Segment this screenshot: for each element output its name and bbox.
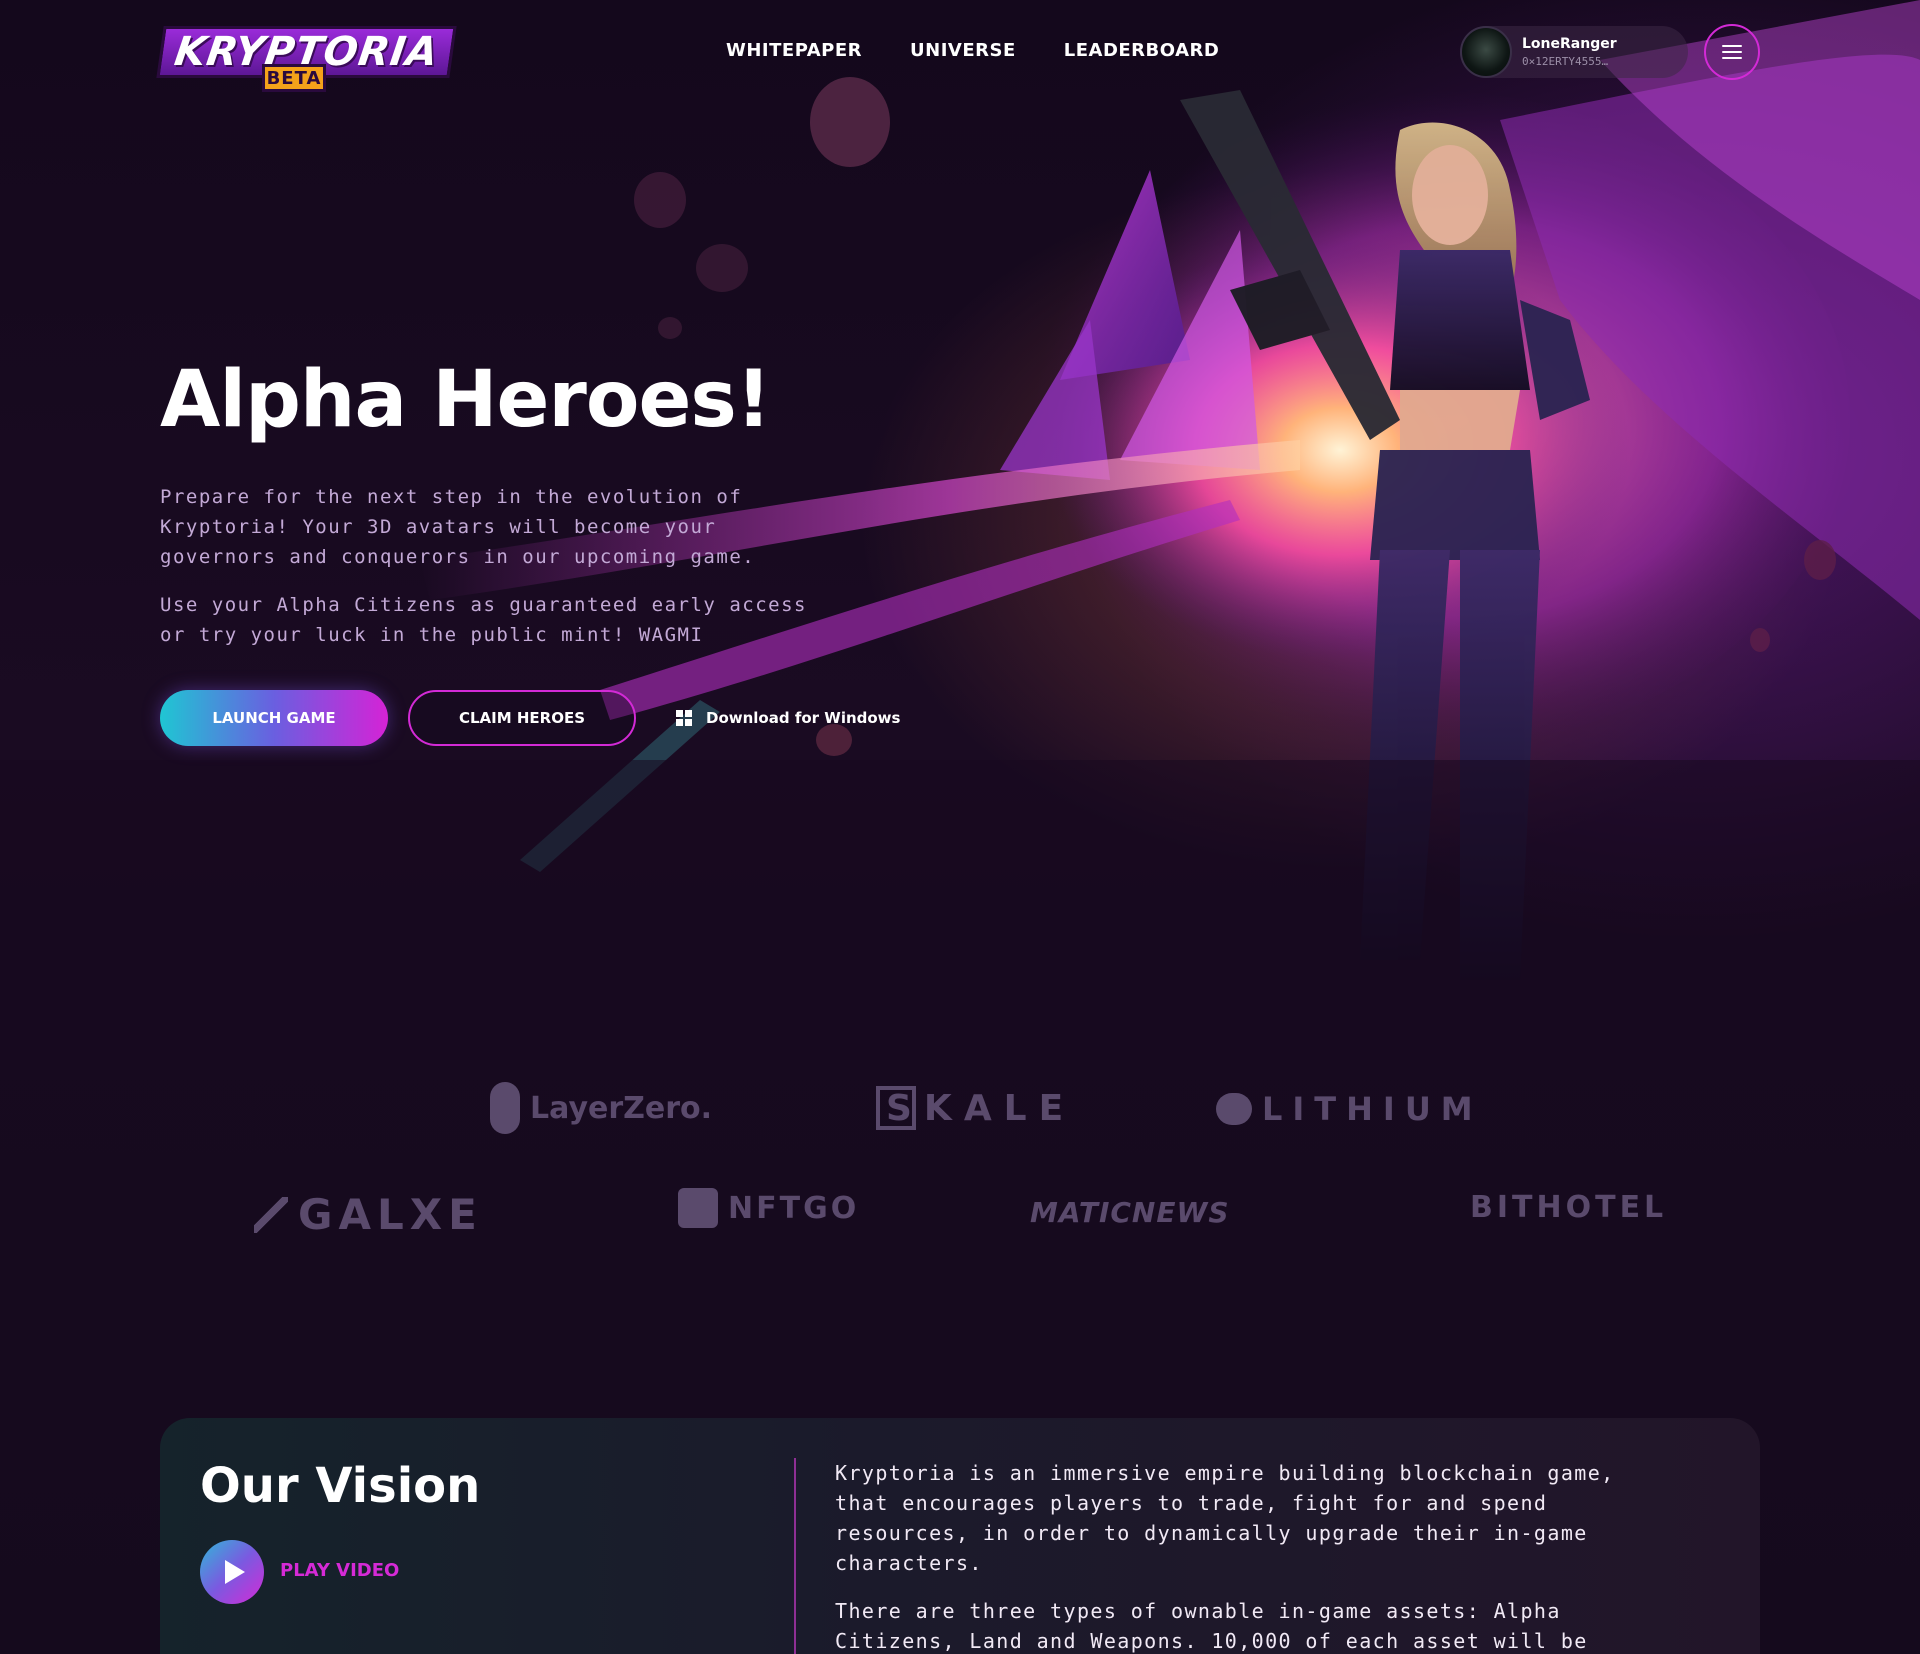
layerzero-icon xyxy=(490,1082,520,1134)
vision-title: Our Vision xyxy=(200,1458,481,1514)
partner-logo-nftgo: NFTGO xyxy=(678,1188,859,1228)
claim-heroes-button[interactable]: CLAIM HEROES xyxy=(408,690,636,746)
page: KRYPTORIA BETA WHITEPAPER UNIVERSE LEADE… xyxy=(0,0,1920,1654)
download-windows-button[interactable]: Download for Windows xyxy=(676,690,916,746)
lithium-icon xyxy=(1216,1093,1252,1125)
partner-name: SKALE xyxy=(886,1087,1076,1129)
hamburger-menu-icon xyxy=(1722,44,1742,60)
beta-badge: BETA xyxy=(262,64,326,92)
download-windows-label: Download for Windows xyxy=(706,709,901,727)
nav-universe[interactable]: UNIVERSE xyxy=(910,40,1016,61)
partner-name: MATICNEWS xyxy=(1030,1196,1230,1229)
nftgo-icon xyxy=(678,1188,718,1228)
partner-name: LayerZero. xyxy=(530,1090,713,1126)
partner-logo-bithotel: BITHOTEL xyxy=(1470,1190,1667,1225)
partner-logo-layerzero: LayerZero. xyxy=(490,1082,712,1134)
user-wallet-address: 0×12ERTY4555… xyxy=(1522,55,1609,68)
partner-logo-skale: SKALE xyxy=(876,1086,1075,1130)
play-icon xyxy=(225,1560,245,1584)
play-video-label[interactable]: PLAY VIDEO xyxy=(280,1560,399,1581)
vision-card: Our Vision PLAY VIDEO Kryptoria is an im… xyxy=(160,1418,1760,1654)
user-name: LoneRanger xyxy=(1522,36,1617,52)
vision-paragraph-1: Kryptoria is an immersive empire buildin… xyxy=(835,1461,1615,1575)
partner-name: LITHIUM xyxy=(1262,1090,1483,1128)
partner-name: BITHOTEL xyxy=(1470,1190,1668,1225)
user-avatar xyxy=(1460,26,1512,78)
partner-logo-galxe: GALXE xyxy=(254,1190,483,1239)
kryptoria-logo[interactable]: KRYPTORIA BETA xyxy=(156,26,457,94)
play-video-button[interactable] xyxy=(200,1540,264,1604)
launch-game-button[interactable]: LAUNCH GAME xyxy=(160,690,388,746)
menu-button[interactable] xyxy=(1704,24,1760,80)
hero-title: Alpha Heroes! xyxy=(160,355,771,445)
galxe-icon xyxy=(254,1196,288,1233)
partner-logo-lithium: LITHIUM xyxy=(1216,1090,1483,1128)
user-account-pill[interactable]: LoneRanger 0×12ERTY4555… xyxy=(1460,26,1688,78)
nav-whitepaper[interactable]: WHITEPAPER xyxy=(726,40,862,61)
main-nav: WHITEPAPER UNIVERSE LEADERBOARD xyxy=(726,40,1219,61)
hero-paragraph-1: Prepare for the next step in the evoluti… xyxy=(160,486,756,568)
nav-leaderboard[interactable]: LEADERBOARD xyxy=(1064,40,1220,61)
partner-name: GALXE xyxy=(298,1190,483,1239)
windows-icon xyxy=(676,710,692,726)
partner-logo-maticnews: MATICNEWS xyxy=(1030,1196,1230,1229)
vision-paragraph-2: There are three types of ownable in-game… xyxy=(835,1599,1588,1653)
hero-paragraph-2: Use your Alpha Citizens as guaranteed ea… xyxy=(160,594,807,646)
vision-divider xyxy=(794,1458,796,1654)
user-info: LoneRanger 0×12ERTY4555… xyxy=(1522,36,1617,68)
partner-name: NFTGO xyxy=(728,1190,860,1226)
